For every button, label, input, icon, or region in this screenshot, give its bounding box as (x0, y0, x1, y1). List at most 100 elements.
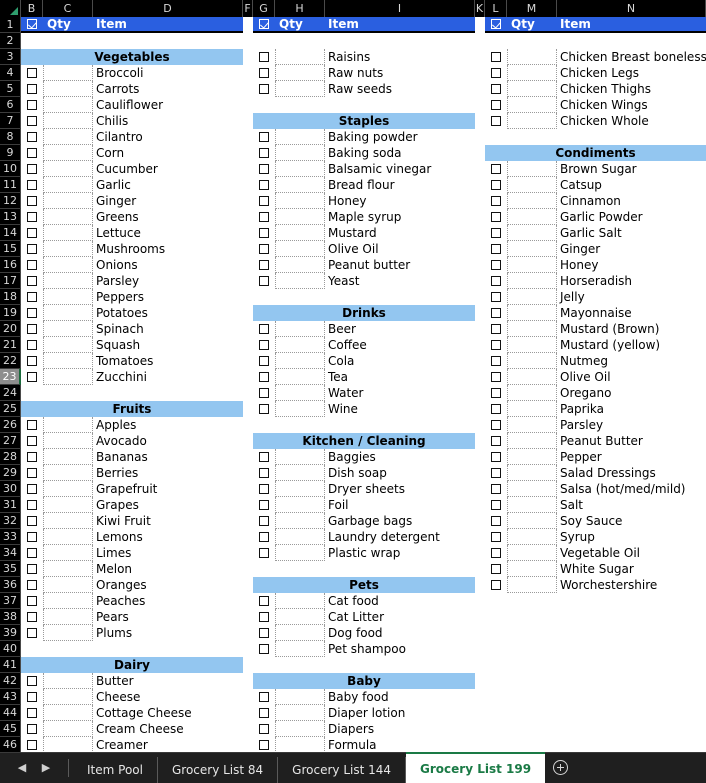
item-checkbox-cell[interactable] (253, 625, 275, 641)
item-name-cell[interactable]: Cottage Cheese (93, 705, 243, 721)
item-qty-cell[interactable] (507, 417, 557, 433)
item-name-cell[interactable]: Garlic Powder (557, 209, 706, 225)
item-checkbox-cell[interactable] (253, 193, 275, 209)
item-qty-cell[interactable] (43, 465, 93, 481)
item-qty-cell[interactable] (507, 465, 557, 481)
item-qty-cell[interactable] (507, 433, 557, 449)
row-header-4[interactable]: 4 (0, 65, 21, 81)
item-checkbox-cell[interactable] (253, 145, 275, 161)
row-header-20[interactable]: 20 (0, 321, 21, 337)
item-name-cell[interactable]: Carrots (93, 81, 243, 97)
item-name-cell[interactable]: Pet shampoo (325, 641, 475, 657)
item-checkbox-cell[interactable] (253, 353, 275, 369)
item-checkbox-cell[interactable] (485, 433, 507, 449)
item-name-cell[interactable]: Cucumber (93, 161, 243, 177)
item-checkbox-cell[interactable] (485, 577, 507, 593)
item-qty-cell[interactable] (275, 225, 325, 241)
item-name-cell[interactable]: Catsup (557, 177, 706, 193)
prev-sheet-icon[interactable]: ◀ (10, 756, 34, 780)
item-name-cell[interactable]: Pepper (557, 449, 706, 465)
item-name-cell[interactable]: Nutmeg (557, 353, 706, 369)
item-checkbox-cell[interactable] (21, 81, 43, 97)
column-header-M[interactable]: M (507, 0, 557, 17)
item-name-cell[interactable]: Mustard (325, 225, 475, 241)
header-select-all-checkbox-middle[interactable] (253, 17, 275, 31)
item-name-cell[interactable]: Mayonnaise (557, 305, 706, 321)
item-checkbox-cell[interactable] (485, 113, 507, 129)
item-checkbox-cell[interactable] (253, 161, 275, 177)
column-header-L[interactable]: L (485, 0, 507, 17)
item-checkbox-cell[interactable] (21, 705, 43, 721)
item-qty-cell[interactable] (43, 321, 93, 337)
item-checkbox-cell[interactable] (253, 81, 275, 97)
item-checkbox-cell[interactable] (21, 561, 43, 577)
item-qty-cell[interactable] (275, 449, 325, 465)
item-checkbox-cell[interactable] (21, 113, 43, 129)
item-qty-cell[interactable] (507, 193, 557, 209)
item-name-cell[interactable]: Laundry detergent (325, 529, 475, 545)
item-checkbox-cell[interactable] (253, 49, 275, 65)
item-name-cell[interactable]: Jelly (557, 289, 706, 305)
row-header-21[interactable]: 21 (0, 337, 21, 353)
item-checkbox-cell[interactable] (253, 385, 275, 401)
item-qty-cell[interactable] (275, 193, 325, 209)
item-qty-cell[interactable] (275, 705, 325, 721)
item-checkbox-cell[interactable] (253, 593, 275, 609)
item-checkbox-cell[interactable] (21, 449, 43, 465)
item-checkbox-cell[interactable] (253, 321, 275, 337)
item-name-cell[interactable]: Squash (93, 337, 243, 353)
item-qty-cell[interactable] (43, 721, 93, 737)
item-qty-cell[interactable] (275, 209, 325, 225)
item-name-cell[interactable]: Cat food (325, 593, 475, 609)
item-checkbox-cell[interactable] (21, 577, 43, 593)
item-name-cell[interactable]: Baggies (325, 449, 475, 465)
item-name-cell[interactable]: Onions (93, 257, 243, 273)
row-header-38[interactable]: 38 (0, 609, 21, 625)
item-name-cell[interactable]: Brown Sugar (557, 161, 706, 177)
column-header-N[interactable]: N (557, 0, 706, 17)
item-qty-cell[interactable] (275, 593, 325, 609)
item-checkbox-cell[interactable] (485, 273, 507, 289)
item-name-cell[interactable]: Worchestershire (557, 577, 706, 593)
column-header-C[interactable]: C (43, 0, 93, 17)
item-name-cell[interactable]: Avocado (93, 433, 243, 449)
item-checkbox-cell[interactable] (253, 641, 275, 657)
item-name-cell[interactable]: Paprika (557, 401, 706, 417)
row-header-32[interactable]: 32 (0, 513, 21, 529)
item-name-cell[interactable]: Tomatoes (93, 353, 243, 369)
item-name-cell[interactable]: Baking soda (325, 145, 475, 161)
row-header-28[interactable]: 28 (0, 449, 21, 465)
item-checkbox-cell[interactable] (485, 209, 507, 225)
item-checkbox-cell[interactable] (21, 673, 43, 689)
item-name-cell[interactable]: Balsamic vinegar (325, 161, 475, 177)
item-name-cell[interactable]: Raw seeds (325, 81, 475, 97)
item-checkbox-cell[interactable] (485, 465, 507, 481)
item-checkbox-cell[interactable] (21, 65, 43, 81)
item-checkbox-cell[interactable] (253, 369, 275, 385)
item-checkbox-cell[interactable] (253, 689, 275, 705)
row-header-15[interactable]: 15 (0, 241, 21, 257)
item-checkbox-cell[interactable] (485, 449, 507, 465)
item-qty-cell[interactable] (507, 577, 557, 593)
item-checkbox-cell[interactable] (21, 721, 43, 737)
item-checkbox-cell[interactable] (485, 177, 507, 193)
item-name-cell[interactable]: Maple syrup (325, 209, 475, 225)
item-qty-cell[interactable] (43, 193, 93, 209)
row-header-35[interactable]: 35 (0, 561, 21, 577)
item-name-cell[interactable]: Chicken Breast boneless (557, 49, 706, 65)
item-qty-cell[interactable] (275, 177, 325, 193)
item-name-cell[interactable]: Ginger (557, 241, 706, 257)
item-name-cell[interactable]: Honey (557, 257, 706, 273)
item-checkbox-cell[interactable] (21, 257, 43, 273)
item-qty-cell[interactable] (275, 545, 325, 561)
item-qty-cell[interactable] (275, 497, 325, 513)
item-name-cell[interactable]: Oranges (93, 577, 243, 593)
item-qty-cell[interactable] (275, 129, 325, 145)
item-qty-cell[interactable] (507, 529, 557, 545)
item-checkbox-cell[interactable] (21, 625, 43, 641)
item-qty-cell[interactable] (275, 721, 325, 737)
item-qty-cell[interactable] (43, 737, 93, 753)
item-checkbox-cell[interactable] (21, 369, 43, 385)
column-header-D[interactable]: D (93, 0, 243, 17)
item-qty-cell[interactable] (275, 481, 325, 497)
